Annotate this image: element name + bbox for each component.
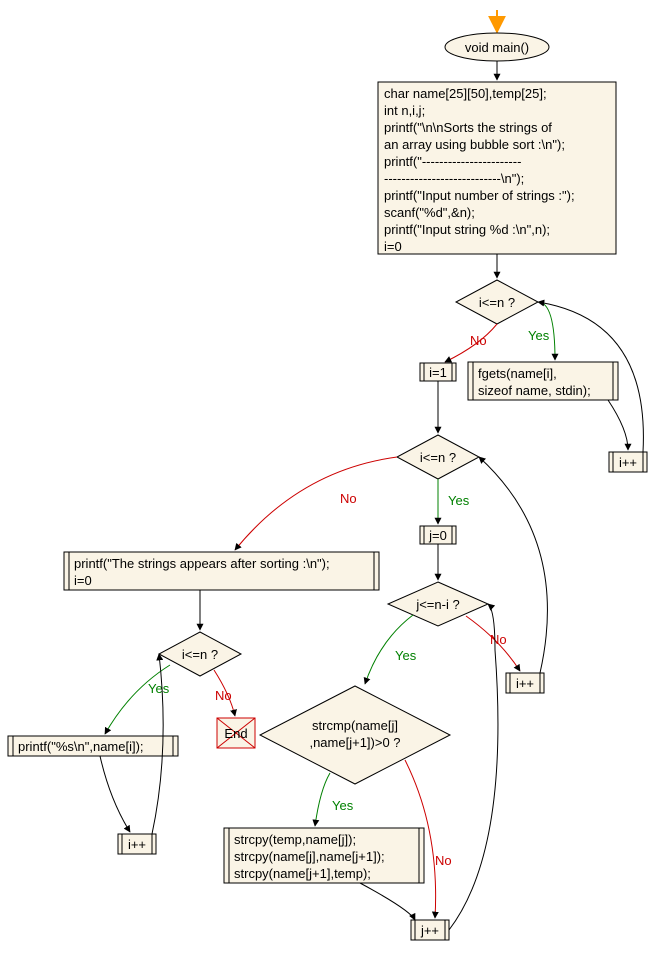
text-print-head-1: printf("The strings appears after sortin…: [74, 556, 330, 571]
text-incj: j++: [420, 923, 439, 938]
label-yes-3: Yes: [395, 648, 417, 663]
node-cond2: i<=n ?: [397, 435, 479, 479]
node-swap: strcpy(temp,name[j]); strcpy(name[j],nam…: [224, 828, 424, 883]
text-init-5: printf("-----------------------: [384, 154, 521, 169]
node-end: End: [217, 718, 255, 748]
node-print: printf("%s\n",name[i]);: [8, 736, 178, 756]
label-no-3: No: [490, 632, 507, 647]
label-yes-2: Yes: [448, 493, 470, 508]
node-cond1: i<=n ?: [456, 280, 538, 324]
text-fgets-2: sizeof name, stdin);: [478, 383, 591, 398]
text-print-head-2: i=0: [74, 573, 92, 588]
text-end: End: [224, 726, 247, 741]
text-init-4: an array using bubble sort :\n");: [384, 137, 565, 152]
text-init-1: char name[25][50],temp[25];: [384, 86, 547, 101]
node-init: char name[25][50],temp[25]; int n,i,j; p…: [378, 82, 616, 254]
node-cond5: i<=n ?: [159, 632, 241, 676]
text-inci3: i++: [128, 837, 146, 852]
text-init-2: int n,i,j;: [384, 103, 425, 118]
text-cond4-1: strcmp(name[j]: [312, 718, 398, 733]
text-cond4-2: ,name[j+1])>0 ?: [309, 735, 400, 750]
node-incj: j++: [411, 920, 449, 940]
text-swap-3: strcpy(name[j+1],temp);: [234, 866, 371, 881]
text-cond5: i<=n ?: [182, 647, 218, 662]
text-cond2: i<=n ?: [420, 450, 456, 465]
flowchart-canvas: void main() char name[25][50],temp[25]; …: [0, 0, 659, 959]
node-inc1: i++: [609, 452, 647, 472]
label-no-4: No: [435, 853, 452, 868]
text-init-9: printf("Input string %d :\n",n);: [384, 222, 550, 237]
text-cond1: i<=n ?: [479, 295, 515, 310]
label-yes-4: Yes: [332, 798, 354, 813]
text-inc1: i++: [619, 455, 637, 470]
node-cond4: strcmp(name[j] ,name[j+1])>0 ?: [260, 686, 450, 784]
text-cond3: j<=n-i ?: [415, 597, 459, 612]
text-init-3: printf("\n\nSorts the strings of: [384, 120, 552, 135]
text-swap-2: strcpy(name[j],name[j+1]);: [234, 849, 385, 864]
text-fgets-1: fgets(name[i],: [478, 366, 557, 381]
text-init-8: scanf("%d",&n);: [384, 205, 475, 220]
node-setj0: j=0: [420, 526, 456, 544]
text-swap-1: strcpy(temp,name[j]);: [234, 832, 356, 847]
label-yes-1: Yes: [528, 328, 550, 343]
node-start: void main(): [445, 33, 549, 61]
label-no-2: No: [340, 491, 357, 506]
text-print: printf("%s\n",name[i]);: [18, 739, 144, 754]
text-init-10: i=0: [384, 239, 402, 254]
text-init-6: ---------------------------\n");: [384, 171, 524, 186]
text-seti1: i=1: [429, 365, 447, 380]
node-fgets: fgets(name[i], sizeof name, stdin);: [468, 362, 618, 400]
text-setj0: j=0: [428, 528, 447, 543]
text-start: void main(): [465, 40, 529, 55]
label-yes-5: Yes: [148, 681, 170, 696]
label-no-1: No: [470, 333, 487, 348]
text-init-7: printf("Input number of strings :");: [384, 188, 575, 203]
node-seti1: i=1: [420, 363, 456, 381]
text-inci2: i++: [516, 676, 534, 691]
node-print-head: printf("The strings appears after sortin…: [64, 552, 379, 590]
label-no-5: No: [215, 688, 232, 703]
node-inci3: i++: [118, 834, 156, 854]
node-cond3: j<=n-i ?: [388, 582, 488, 626]
node-inci2: i++: [506, 673, 544, 693]
